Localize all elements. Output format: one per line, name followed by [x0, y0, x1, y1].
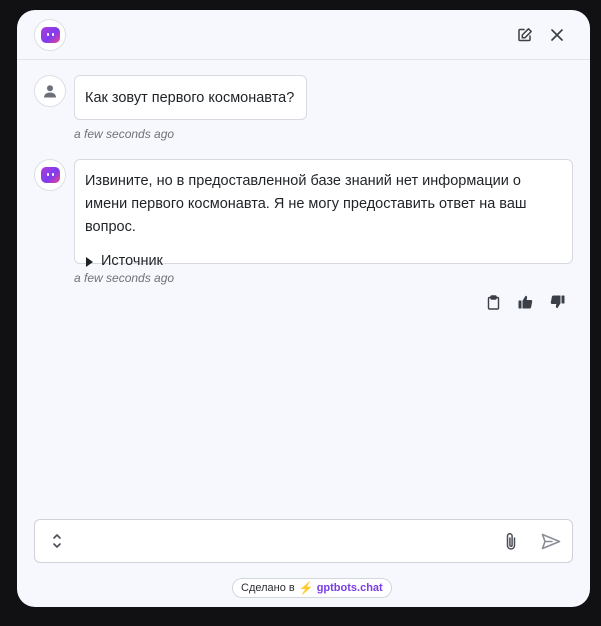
thumbs-down-icon[interactable] [548, 293, 566, 311]
bot-logo-icon [34, 159, 66, 191]
expand-icon[interactable] [49, 531, 65, 551]
bot-message-text: Извините, но в предоставленной базе знан… [85, 173, 527, 235]
bot-message: Извините, но в предоставленной базе знан… [74, 159, 573, 269]
bot-logo-icon [34, 19, 66, 51]
bot-message-time: a few seconds ago [74, 271, 175, 285]
close-icon[interactable] [546, 24, 568, 46]
send-icon[interactable] [540, 531, 562, 551]
paperclip-icon[interactable] [501, 531, 521, 551]
user-message-text: Как зовут первого космонавта? [85, 90, 295, 106]
clipboard-icon[interactable] [484, 293, 502, 311]
message-composer [34, 519, 573, 563]
source-toggle[interactable]: Источник [85, 250, 562, 273]
triangle-right-icon [86, 256, 93, 267]
powered-by-badge[interactable]: Сделано в ⚡ gptbots.chat [232, 578, 392, 598]
chat-window: Как зовут первого космонавта? a few seco… [17, 10, 590, 607]
edit-icon[interactable] [514, 24, 536, 46]
source-label: Источник [101, 253, 163, 269]
thumbs-up-icon[interactable] [516, 293, 534, 311]
message-input[interactable] [75, 526, 485, 556]
user-icon [34, 75, 66, 107]
badge-prefix: Сделано в [241, 582, 295, 594]
user-message-time: a few seconds ago [74, 127, 175, 141]
lightning-icon: ⚡ [298, 581, 314, 595]
badge-brand: gptbots.chat [316, 582, 383, 594]
chat-header [17, 10, 590, 60]
user-message: Как зовут первого космонавта? [74, 75, 307, 120]
